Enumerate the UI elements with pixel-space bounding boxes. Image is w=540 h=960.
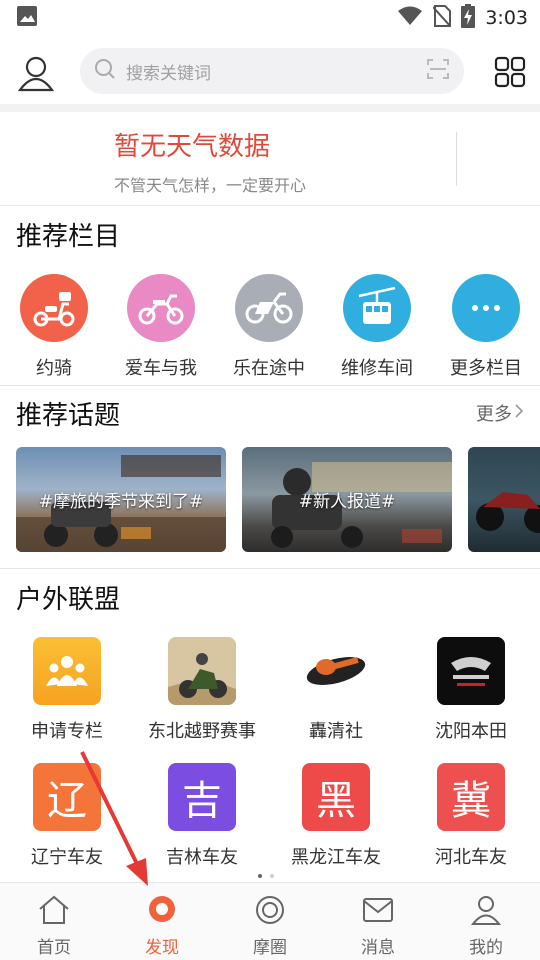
- weather-title: 暂无天气数据: [114, 132, 271, 162]
- circle-icon: [254, 895, 286, 929]
- tab-moquan[interactable]: 摩圈: [216, 883, 324, 960]
- app-grid-icon[interactable]: [494, 56, 526, 88]
- alliance-label: 吉林车友: [166, 847, 238, 868]
- column-item-more[interactable]: 更多栏目: [436, 274, 536, 380]
- alliance-item-hongqingshe[interactable]: 轟清社: [271, 637, 401, 743]
- badge-glyph: 吉: [182, 778, 222, 824]
- clock: 3:03: [485, 7, 528, 29]
- tab-label: 我的: [469, 938, 503, 958]
- tab-profile[interactable]: 我的: [432, 883, 540, 960]
- mail-icon: [361, 895, 395, 929]
- alliance-item-liaoning[interactable]: 辽 辽宁车友: [2, 763, 132, 869]
- tab-label: 发现: [145, 938, 179, 958]
- page-dot: [270, 874, 274, 878]
- alliance-item-jilin[interactable]: 吉 吉林车友: [137, 763, 267, 869]
- column-label: 乐在途中: [233, 358, 305, 379]
- alliance-label: 黑龙江车友: [291, 847, 381, 868]
- alliance-label: 沈阳本田: [435, 721, 507, 742]
- scooter-icon: [20, 274, 88, 342]
- column-label: 约骑: [36, 358, 72, 379]
- cable-car-icon: [343, 274, 411, 342]
- topic-label: #摩旅的季节来到了#: [38, 492, 204, 512]
- topics-more-link[interactable]: 更多: [476, 400, 524, 426]
- weather-panel[interactable]: 暂无天气数据 不管天气怎样，一定要开心: [0, 112, 540, 204]
- tab-label: 摩圈: [253, 938, 287, 958]
- jilin-badge: 吉: [168, 763, 236, 831]
- column-item-aiche[interactable]: 爱车与我: [111, 274, 211, 380]
- topic-label: #新人报道#: [298, 492, 396, 512]
- column-label: 维修车间: [341, 358, 413, 379]
- weather-separator: [456, 132, 457, 186]
- home-icon: [37, 895, 71, 929]
- column-item-weixiu[interactable]: 维修车间: [327, 274, 427, 380]
- header-divider: [0, 104, 540, 112]
- more-icon: [452, 274, 520, 342]
- page-indicator: [258, 874, 274, 878]
- badge-glyph: 冀: [451, 778, 491, 824]
- section-title-columns: 推荐栏目: [16, 222, 121, 252]
- alliance-item-rally[interactable]: 东北越野赛事: [137, 637, 267, 743]
- tab-messages[interactable]: 消息: [324, 883, 432, 960]
- alliance-label: 河北车友: [435, 847, 507, 868]
- bottom-tab-bar: 首页 发现 摩圈 消息 我的: [0, 882, 540, 960]
- weather-subtitle: 不管天气怎样，一定要开心: [114, 176, 307, 195]
- badge-glyph: 黑: [316, 778, 356, 824]
- topic-card[interactable]: #新人报道#: [242, 447, 452, 552]
- search-bar[interactable]: 搜索关键词: [80, 48, 464, 94]
- user-avatar-icon[interactable]: [16, 54, 56, 94]
- honda-wing-logo: [437, 637, 505, 705]
- section-title-topics: 推荐话题: [16, 401, 121, 431]
- motorcycle-icon: [235, 274, 303, 342]
- tab-home[interactable]: 首页: [0, 883, 108, 960]
- top-header: 搜索关键词: [0, 40, 540, 104]
- battery-charging-icon: [461, 4, 476, 32]
- page-dot: [258, 874, 262, 878]
- alliance-item-heilongjiang[interactable]: 黑 黑龙江车友: [271, 763, 401, 869]
- divider: [0, 385, 540, 386]
- tab-discover[interactable]: 发现: [108, 883, 216, 960]
- topic-card[interactable]: #摩旅的季节来到了#: [16, 447, 226, 552]
- column-item-lezaituzhong[interactable]: 乐在途中: [219, 274, 319, 380]
- discover-page: 3:03 搜索关键词 暂无天气数据 不管天气怎样，一定要开心 推荐栏目 约骑 爱…: [0, 0, 540, 960]
- search-input[interactable]: 搜索关键词: [126, 59, 426, 84]
- wifi-icon: [397, 6, 423, 30]
- alliance-item-apply[interactable]: 申请专栏: [2, 637, 132, 743]
- topic-photo-motorcycle: [476, 492, 540, 533]
- status-bar: 3:03: [0, 0, 540, 36]
- section-title-alliance: 户外联盟: [16, 585, 121, 615]
- scan-icon[interactable]: [426, 58, 450, 84]
- badge-glyph: 辽: [47, 778, 87, 824]
- discover-icon: [146, 895, 178, 929]
- column-label: 更多栏目: [450, 358, 522, 379]
- heilongjiang-badge: 黑: [302, 763, 370, 831]
- alliance-label: 轟清社: [309, 721, 363, 742]
- chevron-right-icon: [514, 403, 524, 424]
- divider: [0, 205, 540, 206]
- no-sim-icon: [432, 5, 453, 31]
- alliance-item-shenyang-honda[interactable]: 沈阳本田: [406, 637, 536, 743]
- alliance-label: 辽宁车友: [31, 847, 103, 868]
- hong-qing-she-logo: [302, 637, 370, 705]
- divider: [0, 568, 540, 569]
- hebei-badge: 冀: [437, 763, 505, 831]
- rally-photo-icon: [168, 637, 236, 705]
- search-icon: [94, 58, 116, 84]
- tab-label: 首页: [37, 938, 71, 958]
- gallery-notification-icon: [16, 5, 38, 31]
- profile-icon: [470, 895, 502, 929]
- topic-card[interactable]: [468, 447, 540, 552]
- alliance-label: 申请专栏: [31, 721, 103, 742]
- alliance-label: 东北越野赛事: [148, 721, 256, 742]
- column-label: 爱车与我: [125, 358, 197, 379]
- column-item-yueqi[interactable]: 约骑: [4, 274, 104, 380]
- liaoning-badge: 辽: [33, 763, 101, 831]
- alliance-item-hebei[interactable]: 冀 河北车友: [406, 763, 536, 869]
- group-icon: [33, 637, 101, 705]
- tab-label: 消息: [361, 938, 395, 958]
- dirt-bike-icon: [127, 274, 195, 342]
- more-label: 更多: [476, 404, 512, 425]
